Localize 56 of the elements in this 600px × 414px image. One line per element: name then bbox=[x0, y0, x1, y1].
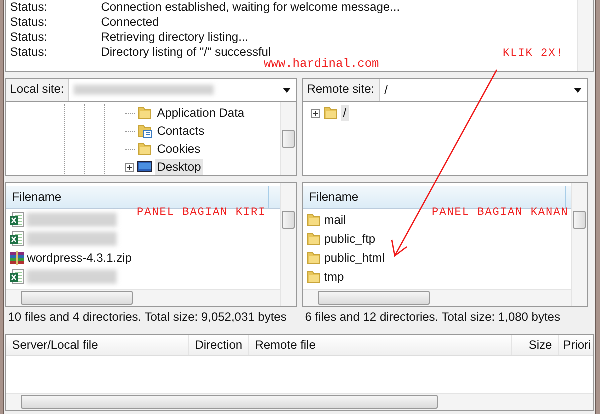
log-label: Status: bbox=[10, 0, 49, 15]
archive-icon bbox=[9, 250, 26, 266]
tree-item[interactable]: Contacts bbox=[155, 123, 207, 139]
folder-icon bbox=[306, 212, 322, 228]
desktop-icon bbox=[137, 159, 154, 175]
file-name[interactable]: tmp bbox=[324, 270, 344, 284]
log-label: Status: bbox=[10, 30, 49, 45]
log-label: Status: bbox=[10, 15, 49, 30]
vertical-scrollbar[interactable] bbox=[577, 0, 594, 71]
vertical-scrollbar[interactable] bbox=[280, 102, 296, 175]
caret-icon bbox=[283, 88, 292, 92]
expand-icon[interactable] bbox=[125, 162, 134, 172]
spreadsheet-icon bbox=[9, 268, 26, 284]
column-header[interactable]: Size bbox=[512, 335, 560, 355]
tree-item[interactable]: / bbox=[341, 105, 349, 121]
vertical-scrollbar[interactable] bbox=[571, 183, 588, 306]
folder-icon bbox=[137, 105, 154, 121]
file-name[interactable]: mail bbox=[324, 212, 346, 226]
caret-icon bbox=[574, 88, 582, 92]
horizontal-scrollbar[interactable] bbox=[6, 289, 280, 306]
spreadsheet-icon bbox=[9, 230, 26, 246]
folder-icon bbox=[306, 268, 322, 284]
folder-icon bbox=[306, 230, 322, 246]
site-label: Local site: bbox=[6, 79, 70, 101]
folder-icon bbox=[306, 250, 322, 266]
file-name[interactable]: public_ftp bbox=[324, 232, 376, 246]
folder-icon bbox=[137, 141, 154, 157]
status-text: 6 files and 12 directories. Total size: 1,080 bytes bbox=[304, 309, 562, 326]
site-label: Remote site: bbox=[303, 79, 380, 101]
column-header[interactable]: Priori bbox=[559, 335, 594, 355]
contacts-folder-icon bbox=[137, 123, 154, 139]
folder-icon bbox=[323, 105, 340, 121]
tree-item[interactable]: Application Data bbox=[155, 105, 247, 121]
vertical-scrollbar[interactable] bbox=[280, 183, 296, 306]
column-header[interactable]: Remote file bbox=[249, 335, 512, 355]
horizontal-scrollbar[interactable] bbox=[303, 289, 572, 306]
log-message: Directory listing of "/" successful bbox=[101, 45, 272, 59]
annotation-text: PANEL BAGIAN KIRI bbox=[137, 207, 266, 219]
column-header[interactable]: Server/Local file bbox=[6, 335, 190, 355]
log-message: Connected bbox=[101, 15, 160, 30]
log-message: Retrieving directory listing... bbox=[101, 30, 249, 45]
watermark-text: www.hardinal.com bbox=[264, 57, 380, 71]
log-label: Status: bbox=[10, 45, 49, 60]
file-name[interactable]: wordpress-4.3.1.zip bbox=[27, 250, 132, 264]
spreadsheet-icon bbox=[9, 212, 26, 228]
tree-item[interactable]: Desktop bbox=[155, 159, 204, 175]
tree-item[interactable]: Cookies bbox=[155, 141, 203, 157]
callout-text: KLIK 2X! bbox=[503, 48, 564, 60]
annotation-text: PANEL BAGIAN KANAN bbox=[432, 207, 569, 219]
expand-icon[interactable] bbox=[311, 108, 320, 118]
status-text: 10 files and 4 directories. Total size: 9,052,031 bytes bbox=[7, 309, 288, 326]
log-message: Connection established, waiting for welcome message... bbox=[101, 0, 400, 15]
column-header[interactable]: Direction bbox=[189, 335, 250, 355]
file-name[interactable]: public_html bbox=[324, 250, 385, 264]
path-dropdown[interactable]: / bbox=[380, 79, 588, 101]
horizontal-scrollbar[interactable] bbox=[6, 393, 594, 410]
